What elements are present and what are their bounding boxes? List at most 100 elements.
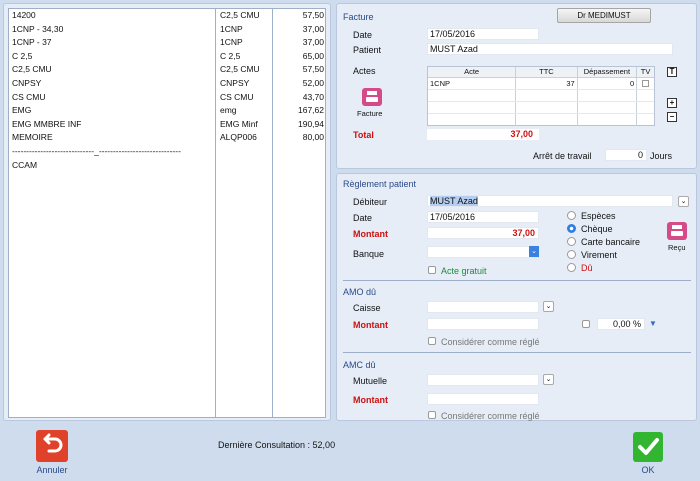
list-item[interactable]: 1CNP - 37 xyxy=(9,36,215,50)
list-item[interactable]: CS CMU xyxy=(217,91,272,105)
list-item[interactable]: CNPSY xyxy=(217,77,272,91)
col-header-depassement: Dépassement xyxy=(578,67,638,77)
amo-percent-field[interactable]: 0,00 % xyxy=(597,318,645,330)
amc-montant-field[interactable] xyxy=(427,393,539,405)
radio-virement[interactable] xyxy=(567,250,576,259)
list-item[interactable]: 190,94 xyxy=(274,118,327,132)
list-item[interactable]: 57,50 xyxy=(274,63,327,77)
mutuelle-label: Mutuelle xyxy=(353,376,388,386)
add-acte-button[interactable]: + xyxy=(667,98,677,108)
amo-montant-field[interactable] xyxy=(427,318,539,330)
print-recu-label[interactable]: Reçu xyxy=(668,243,686,252)
acte-gratuit-label[interactable]: Acte gratuit xyxy=(441,266,487,276)
actes-table-header: Acte TTC Dépassement TV xyxy=(428,67,654,78)
section-title-amc: AMC dû xyxy=(343,360,376,370)
debiteur-field[interactable]: MUST Azad xyxy=(427,195,673,207)
cell-ttc[interactable]: 37 xyxy=(516,78,578,89)
amo-percent-checkbox[interactable] xyxy=(582,320,590,328)
table-row[interactable] xyxy=(428,102,654,114)
list-item[interactable]: 1CNP xyxy=(217,36,272,50)
table-row[interactable] xyxy=(428,114,654,126)
list-item[interactable]: 1CNP - 34,30 xyxy=(9,23,215,37)
mutuelle-dropdown-icon[interactable]: ⌄ xyxy=(543,374,554,385)
ok-label: OK xyxy=(641,465,655,475)
cell-depassement[interactable]: 0 xyxy=(578,78,638,89)
list-item[interactable]: CCAM xyxy=(9,159,215,173)
arret-travail-field[interactable]: 0 xyxy=(605,149,647,161)
montant-field[interactable]: 37,00 xyxy=(427,227,539,239)
banque-dropdown-icon[interactable]: ⌄ xyxy=(529,246,539,257)
list-item[interactable]: 52,00 xyxy=(274,77,327,91)
virement-label[interactable]: Virement xyxy=(581,250,617,260)
acte-gratuit-checkbox[interactable] xyxy=(428,266,436,274)
caisse-select[interactable] xyxy=(427,301,539,313)
list-item[interactable]: 37,00 xyxy=(274,23,327,37)
banque-select[interactable] xyxy=(427,246,539,258)
list-item[interactable]: MEMOIRE xyxy=(9,131,215,145)
print-facture-icon[interactable] xyxy=(362,88,382,106)
debiteur-dropdown-icon[interactable]: ⌄ xyxy=(678,196,689,207)
table-row[interactable]: 1CNP 37 0 xyxy=(428,78,654,90)
list-item[interactable]: ALQP006 xyxy=(217,131,272,145)
print-recu-icon[interactable] xyxy=(667,222,687,240)
remove-acte-button[interactable]: − xyxy=(667,112,677,122)
radio-du[interactable] xyxy=(567,263,576,272)
annuler-button[interactable]: Annuler xyxy=(30,430,74,475)
carte-bancaire-label[interactable]: Carte bancaire xyxy=(581,237,640,247)
print-facture-label[interactable]: Facture xyxy=(357,109,382,118)
annuler-label: Annuler xyxy=(36,465,68,475)
list-item[interactable]: 1CNP xyxy=(217,23,272,37)
ok-button[interactable]: OK xyxy=(626,432,670,475)
radio-especes[interactable] xyxy=(567,211,576,220)
table-row[interactable] xyxy=(428,90,654,102)
cheque-label[interactable]: Chèque xyxy=(581,224,613,234)
percent-dropdown-icon[interactable]: ▼ xyxy=(649,319,657,328)
radio-carte-bancaire[interactable] xyxy=(567,237,576,246)
amo-considerer-checkbox[interactable] xyxy=(428,337,436,345)
list-item[interactable]: emg xyxy=(217,104,272,118)
list-item[interactable]: C2,5 CMU xyxy=(217,9,272,23)
patient-field[interactable]: MUST Azad xyxy=(427,43,673,55)
list-item[interactable]: 57,50 xyxy=(274,9,327,23)
actes-table[interactable]: Acte TTC Dépassement TV 1CNP 37 0 xyxy=(427,66,655,126)
list-item[interactable]: 65,00 xyxy=(274,50,327,64)
section-divider xyxy=(343,280,691,281)
list-item[interactable]: CS CMU xyxy=(9,91,215,105)
list-item[interactable]: C2,5 CMU xyxy=(217,63,272,77)
cell-acte[interactable]: 1CNP xyxy=(428,78,517,89)
list-item[interactable]: 167,62 xyxy=(274,104,327,118)
tv-checkbox[interactable] xyxy=(642,80,650,87)
section-title-amo: AMO dû xyxy=(343,287,377,297)
amc-considerer-checkbox[interactable] xyxy=(428,411,436,419)
list-item[interactable]: C 2,5 xyxy=(9,50,215,64)
list-item[interactable]: EMG MMBRE INF xyxy=(9,118,215,132)
amo-montant-label: Montant xyxy=(353,320,388,330)
cell-tv[interactable] xyxy=(637,78,654,89)
caisse-dropdown-icon[interactable]: ⌄ xyxy=(543,301,554,312)
especes-label[interactable]: Espèces xyxy=(581,211,616,221)
list-item[interactable]: EMG xyxy=(9,104,215,118)
amc-considerer-label[interactable]: Considérer comme réglé xyxy=(441,411,540,421)
list-item[interactable]: C 2,5 xyxy=(217,50,272,64)
list-item[interactable]: 37,00 xyxy=(274,36,327,50)
date-label: Date xyxy=(353,30,373,40)
list-item[interactable]: 14200 xyxy=(9,9,215,23)
du-label[interactable]: Dû xyxy=(581,263,593,273)
list-item[interactable]: C2,5 CMU xyxy=(9,63,215,77)
list-item[interactable]: EMG Minf xyxy=(217,118,272,132)
amc-montant-label: Montant xyxy=(353,395,388,405)
mutuelle-select[interactable] xyxy=(427,374,539,386)
facture-date-field[interactable]: 17/05/2016 xyxy=(427,28,539,40)
list-item[interactable]: 80,00 xyxy=(274,131,327,145)
montant-label: Montant xyxy=(353,229,388,239)
reglement-date-field[interactable]: 17/05/2016 xyxy=(427,211,539,223)
t-button[interactable]: T xyxy=(667,67,677,77)
catalog-col-acte: C2,5 CMU 1CNP 1CNP C 2,5 C2,5 CMU CNPSY … xyxy=(217,9,273,417)
list-item[interactable]: CNPSY xyxy=(9,77,215,91)
checkmark-icon xyxy=(633,432,663,462)
radio-cheque[interactable] xyxy=(567,224,576,233)
list-item[interactable]: 43,70 xyxy=(274,91,327,105)
acts-catalog-list[interactable]: 14200 1CNP - 34,30 1CNP - 37 C 2,5 C2,5 … xyxy=(8,8,326,418)
amo-considerer-label[interactable]: Considérer comme réglé xyxy=(441,337,540,347)
doctor-button[interactable]: Dr MEDIMUST xyxy=(557,8,651,23)
